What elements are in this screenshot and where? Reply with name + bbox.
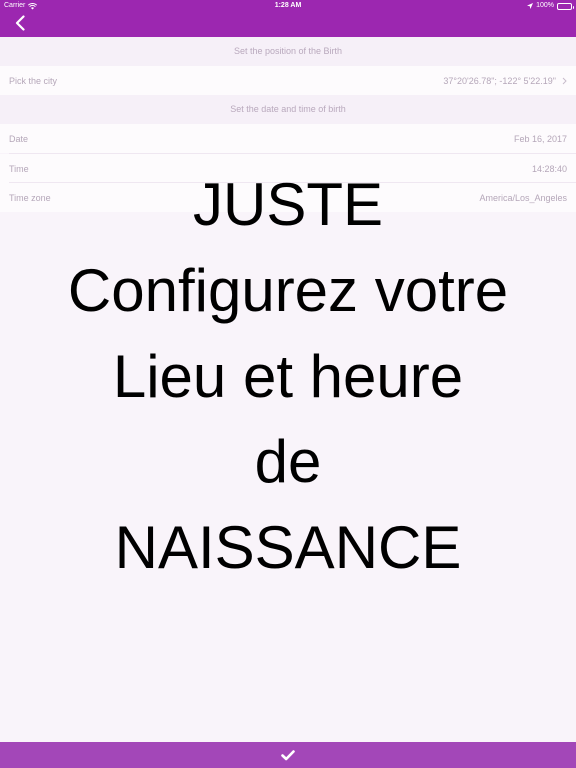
overlay-line-5: NAISSANCE bbox=[114, 514, 462, 582]
battery-percent: 100% bbox=[536, 2, 554, 9]
overlay-line-4: de bbox=[254, 428, 322, 496]
back-button[interactable] bbox=[8, 12, 32, 34]
position-section-header: Set the position of the Birth bbox=[0, 37, 576, 66]
date-value: Feb 16, 2017 bbox=[513, 133, 567, 144]
overlay-line-1: JUSTE bbox=[192, 171, 384, 238]
status-right: 100% bbox=[527, 0, 574, 12]
city-row[interactable]: Pick the city 37°20'26.78"; -122° 5'22.1… bbox=[0, 66, 576, 95]
city-label: Pick the city bbox=[9, 75, 58, 86]
status-time: 1:28 AM bbox=[274, 2, 302, 9]
date-row[interactable]: Date Feb 16, 2017 bbox=[0, 124, 576, 153]
overlay-line-3: Lieu et heure bbox=[112, 342, 464, 410]
overlay-line-2: Configurez votre bbox=[67, 256, 509, 324]
chevron-right-icon bbox=[562, 77, 567, 84]
datetime-section-header: Set the date and time of birth bbox=[0, 95, 576, 124]
status-bar: Carrier 1:28 AM 100% bbox=[0, 0, 576, 12]
chevron-left-icon bbox=[15, 15, 25, 31]
city-value-group: 37°20'26.78"; -122° 5'22.19" bbox=[443, 76, 567, 86]
confirm-button[interactable] bbox=[0, 742, 576, 768]
battery-icon bbox=[557, 2, 574, 10]
checkmark-icon bbox=[281, 749, 295, 760]
navigation-bar: Carrier 1:28 AM 100% bbox=[0, 0, 576, 37]
promo-overlay-text: JUSTE Configurez votre Lieu et heure de … bbox=[0, 162, 576, 591]
app-screen: Carrier 1:28 AM 100% Set the position of… bbox=[0, 0, 576, 768]
location-arrow-icon bbox=[527, 3, 534, 9]
date-label: Date bbox=[9, 133, 29, 144]
city-coordinates: 37°20'26.78"; -122° 5'22.19" bbox=[443, 75, 556, 86]
